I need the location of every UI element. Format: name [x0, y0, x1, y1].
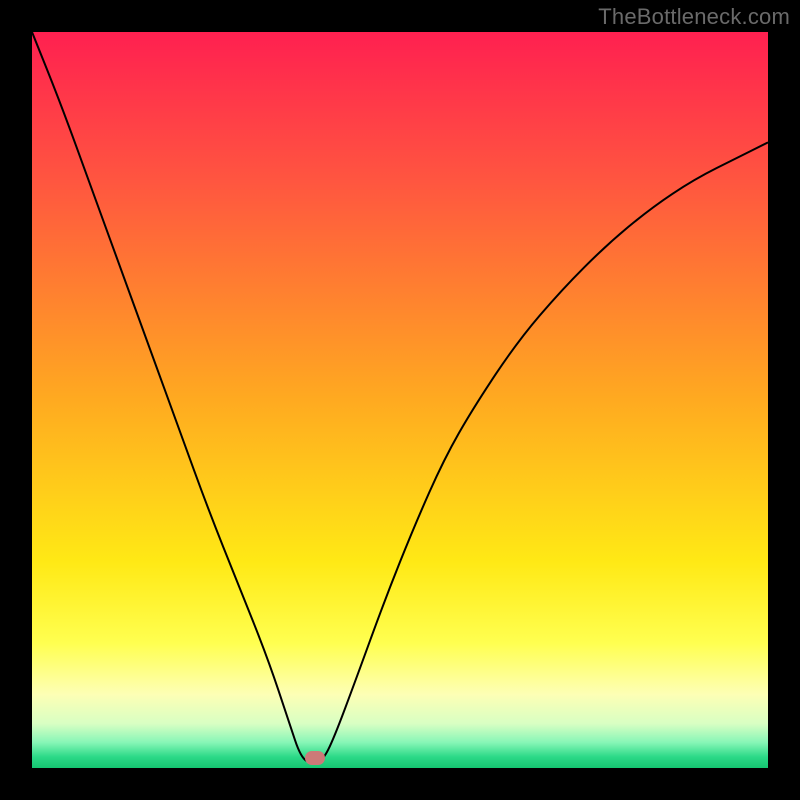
chart-frame: TheBottleneck.com	[0, 0, 800, 800]
optimal-point-marker	[305, 751, 325, 765]
watermark-text: TheBottleneck.com	[598, 4, 790, 30]
bottleneck-curve	[32, 32, 768, 768]
plot-area	[32, 32, 768, 768]
